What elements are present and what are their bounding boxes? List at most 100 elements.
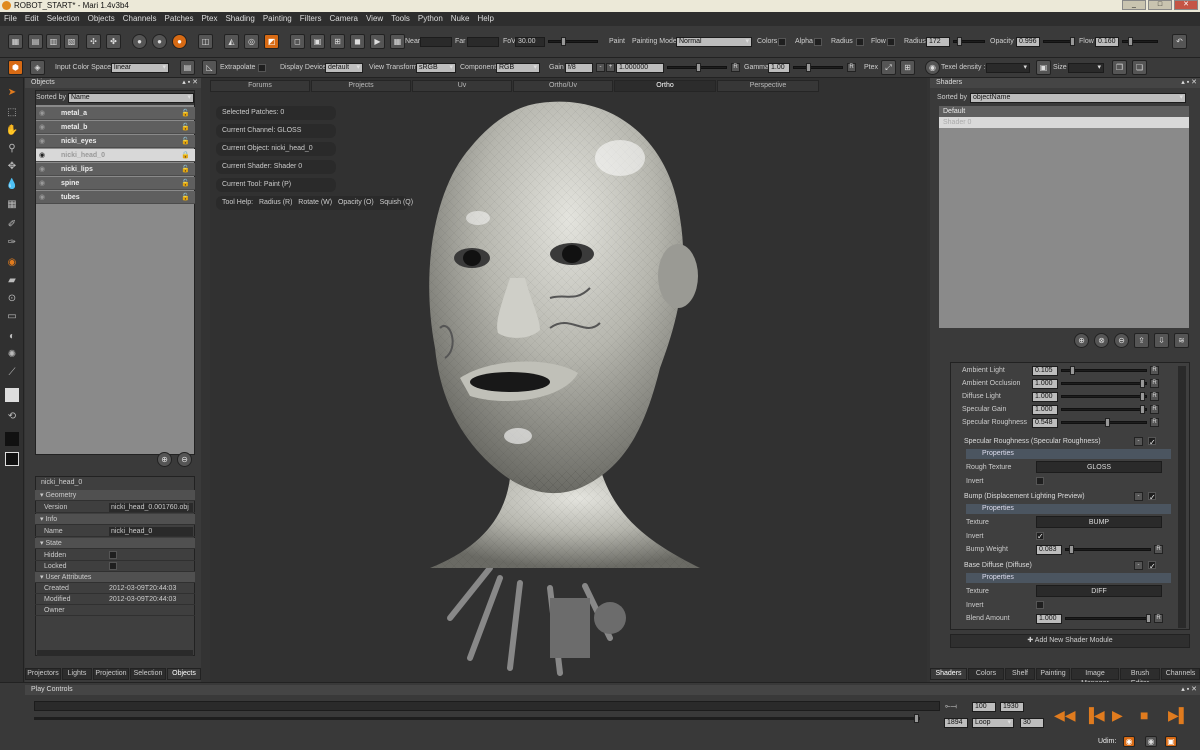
timeline-track[interactable] <box>34 701 940 711</box>
far-field[interactable] <box>467 37 499 47</box>
canvas-viewport[interactable]: Forums Projects Uv Ortho/Uv Ortho Perspe… <box>210 78 927 682</box>
component-select[interactable]: RGB <box>496 63 540 73</box>
properties-subheader[interactable]: Properties <box>966 449 1171 459</box>
play-icon[interactable]: ▶ <box>370 34 385 49</box>
list-item[interactable]: ◉ metal_a 🔓 <box>36 107 195 120</box>
module-enable-checkbox[interactable] <box>1148 436 1156 449</box>
ambient-light-slider[interactable] <box>1061 366 1147 375</box>
tab-painting[interactable]: Painting <box>1036 668 1070 680</box>
extrapolate-checkbox[interactable] <box>258 64 266 72</box>
visibility-eye-icon[interactable]: ◉ <box>39 135 45 148</box>
shader-import-icon[interactable]: ⇩ <box>1154 333 1169 348</box>
box-icon[interactable]: ◼ <box>350 34 365 49</box>
opacity-slider[interactable] <box>1043 37 1075 46</box>
step-forward-icon[interactable]: ▶▌ <box>1168 707 1189 724</box>
bump-weight-slider[interactable] <box>1065 545 1151 554</box>
archive-icon[interactable]: ▧ <box>64 34 79 49</box>
marquee-tool-icon[interactable]: ⬚ <box>5 106 19 120</box>
new-project-icon[interactable]: ▦ <box>8 34 23 49</box>
lock-icon[interactable]: 🔓 <box>181 107 190 120</box>
menu-objects[interactable]: Objects <box>88 12 115 26</box>
eraser-tool-icon[interactable]: ▰ <box>5 274 19 288</box>
paste-icon[interactable]: ❏ <box>1132 60 1147 75</box>
tab-selection[interactable]: Selection ... <box>130 668 166 687</box>
blend-amount-field[interactable]: 1.000 <box>1036 614 1062 624</box>
input-color-space-select[interactable]: linear <box>111 63 169 73</box>
visibility-eye-icon[interactable]: ◉ <box>39 191 45 204</box>
clone-tool-icon[interactable]: ⊙ <box>5 292 19 306</box>
alpha-checkbox[interactable] <box>814 38 822 46</box>
swap-colors-icon[interactable] <box>5 452 19 466</box>
color-manager-icon[interactable]: ⬢ <box>8 60 23 75</box>
color-space-icon[interactable]: ◈ <box>30 60 45 75</box>
size-select[interactable] <box>1068 63 1104 73</box>
menu-nuke[interactable]: Nuke <box>451 12 470 26</box>
menu-shading[interactable]: Shading <box>225 12 254 26</box>
camera-icon[interactable]: ◎ <box>244 34 259 49</box>
menu-help[interactable]: Help <box>477 12 493 26</box>
version-value[interactable]: nicki_head_0.001760.obj <box>109 503 193 512</box>
wireframe-icon[interactable]: ◫ <box>198 34 213 49</box>
add-object-icon[interactable]: ⊕ <box>157 452 172 467</box>
smear-tool-icon[interactable]: ✺ <box>5 348 19 362</box>
play-icon[interactable]: ▶ <box>1112 707 1123 724</box>
properties-scrollbar[interactable] <box>37 650 193 656</box>
redo-history-icon[interactable]: ✤ <box>106 34 121 49</box>
shaders-sorted-by-select[interactable]: objectName <box>970 93 1186 103</box>
locked-checkbox[interactable] <box>109 562 117 570</box>
diffuse-light-slider[interactable] <box>1061 392 1147 401</box>
sorted-by-select[interactable]: Name <box>68 93 194 103</box>
specular-roughness-reset[interactable]: R <box>1150 418 1159 427</box>
ambient-light-field[interactable]: 0.105 <box>1032 366 1058 376</box>
module-remove-button[interactable]: - <box>1134 561 1143 570</box>
module-header[interactable]: Base Diffuse (Diffuse) - <box>956 559 1170 573</box>
list-item[interactable]: ◉ nicki_eyes 🔓 <box>36 135 195 148</box>
list-item[interactable]: ◉ spine 🔓 <box>36 177 195 190</box>
specular-gain-field[interactable]: 1.000 <box>1032 405 1058 415</box>
gamma-slider[interactable] <box>793 63 843 72</box>
rough-texture-button[interactable]: GLOSS <box>1036 461 1162 473</box>
jump-start-icon[interactable]: ◀◀ <box>1054 707 1076 724</box>
maximize-button[interactable]: □ <box>1148 0 1172 10</box>
current-frame-field[interactable]: 1894 <box>944 718 968 728</box>
lock-icon[interactable]: 🔒 <box>181 149 190 162</box>
visibility-eye-icon[interactable]: ◉ <box>39 107 45 120</box>
tab-projection[interactable]: Projection <box>93 668 129 680</box>
shader-modules-scrollbar[interactable] <box>1178 366 1186 628</box>
gamma-reset-button[interactable]: R <box>847 63 856 72</box>
panel-close-icon[interactable]: ▴ ▪ ✕ <box>182 78 198 88</box>
grid-tool-icon[interactable]: ▦ <box>5 198 19 212</box>
gain-minus-button[interactable]: - <box>596 63 605 72</box>
shader-item-default[interactable]: Default <box>939 106 1189 117</box>
tab-objects[interactable]: Objects <box>167 668 201 680</box>
gamma-field[interactable]: 1.00 <box>768 63 790 73</box>
duplicate-shader-icon[interactable]: ⊗ <box>1094 333 1109 348</box>
gain-fstop-field[interactable]: f/8 <box>565 63 593 73</box>
flow-lock-checkbox[interactable] <box>887 38 895 46</box>
ptex-grid-icon[interactable]: ⊞ <box>900 60 915 75</box>
copy-icon[interactable]: ❐ <box>1112 60 1127 75</box>
diffuse-light-reset[interactable]: R <box>1150 392 1159 401</box>
lasso-tool-icon[interactable]: ✐ <box>5 218 19 232</box>
menu-python[interactable]: Python <box>418 12 443 26</box>
hand-tool-icon[interactable]: ✋ <box>5 124 19 138</box>
grid-icon[interactable]: ⊞ <box>330 34 345 49</box>
smooth-shading-icon[interactable]: ● <box>152 34 167 49</box>
menu-patches[interactable]: Patches <box>165 12 194 26</box>
menu-channels[interactable]: Channels <box>123 12 157 26</box>
visibility-eye-icon[interactable]: ◉ <box>39 121 45 134</box>
view-transform-select[interactable]: sRGB <box>416 63 456 73</box>
udim-status-icon[interactable]: ◉ <box>1123 736 1135 747</box>
zoom-tool-icon[interactable]: ⚲ <box>5 142 19 156</box>
specular-roughness-field[interactable]: 0.548 <box>1032 418 1058 428</box>
module-remove-button[interactable]: - <box>1134 492 1143 501</box>
texel-density-select[interactable] <box>986 63 1030 73</box>
menu-ptex[interactable]: Ptex <box>201 12 217 26</box>
bump-weight-field[interactable]: 0.083 <box>1036 545 1062 555</box>
module-header[interactable]: Specular Roughness (Specular Roughness) - <box>956 435 1170 449</box>
panel-close-icon[interactable]: ▴ ▪ ✕ <box>1181 685 1197 695</box>
ptex-resize-icon[interactable]: ⤢ <box>881 60 896 75</box>
properties-subheader[interactable]: Properties <box>966 573 1171 583</box>
module-enable-checkbox[interactable] <box>1148 560 1156 573</box>
tab-ortho[interactable]: Ortho <box>614 80 716 92</box>
